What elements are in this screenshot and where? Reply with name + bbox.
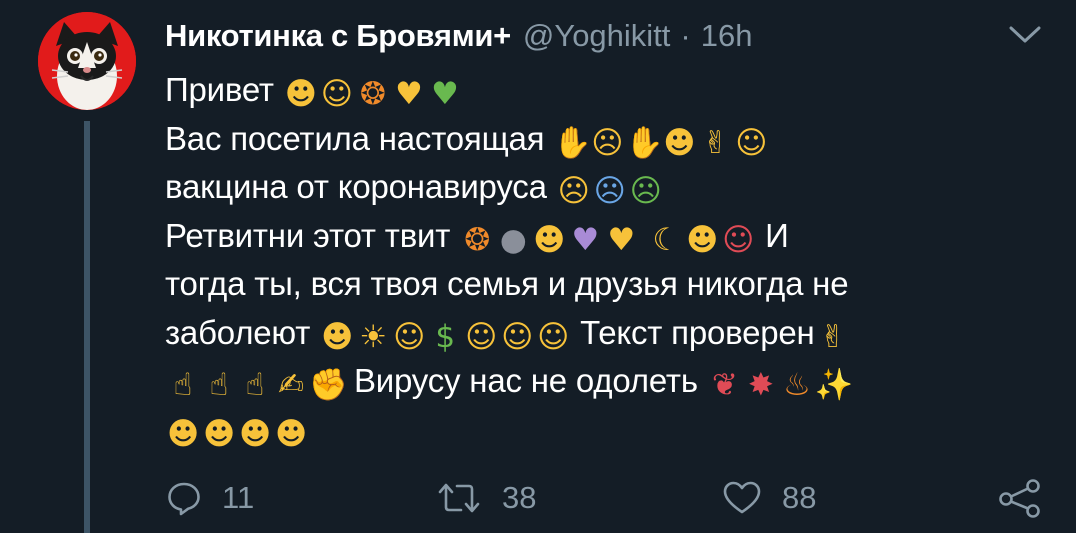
yellow-heart-emoji: ♥	[607, 221, 635, 258]
tweet-text-line: тогда ты, вся твоя семья и друзья никогд…	[165, 260, 1045, 309]
tweet[interactable]: Никотинка с Бровями+ @Yoghikitt · 16h Пр…	[0, 0, 1076, 533]
clown-face-emoji: ☺	[722, 221, 755, 258]
purple-heart-emoji: ♥	[571, 221, 599, 258]
fire-emoji: ♨	[783, 367, 811, 403]
tweet-text-segment: тогда ты, вся твоя семья и друзья никогд…	[165, 265, 849, 302]
tweet-text-line: Ретвитни этот твит ❂ ● ☻ ♥ ♥ ☾ ☻ ☺ И	[165, 212, 1045, 261]
crescent-moon-face-emoji: ☾	[652, 221, 680, 258]
tweet-text-line: ☝ ☝ ☝ ✍ ✊ Вирусу нас не одолеть ❦ ✸ ♨ ✨	[165, 357, 1045, 406]
sunglasses-face-emoji: ☻	[202, 415, 236, 452]
retweet-button[interactable]: 38	[436, 470, 536, 526]
cat-avatar-image	[38, 12, 136, 110]
tweet-text-line: вакцина от коронавируса ☹ ☹ ☹	[165, 163, 1045, 212]
heart-icon	[723, 481, 761, 514]
tweet-text-segment: вакцина от коронавируса	[165, 168, 556, 205]
tweet-text-line: Привет ☻ ☺ ❂ ♥ ♥	[165, 66, 1045, 115]
pointing-up-emoji: ☝	[173, 367, 193, 403]
tweet-text: Привет ☻ ☺ ❂ ♥ ♥ Вас посетила настоящая ✋☹✋☻ ✌…	[165, 66, 1045, 454]
crossed-fingers-emoji: ✌	[702, 124, 729, 161]
tweet-actions: 11 38 88	[0, 470, 1076, 526]
thinking-face-emoji: ☻	[663, 124, 696, 161]
like-count: 88	[782, 480, 817, 515]
flexed-biceps-emoji: ✊	[309, 367, 348, 403]
reply-icon	[168, 482, 200, 516]
smiling-blush-emoji: ☺	[735, 124, 768, 161]
share-icon	[999, 479, 1040, 518]
grinning-face-emoji: ☻	[284, 76, 317, 112]
chevron-down-icon[interactable]	[1008, 24, 1042, 46]
tweet-text-segment: И	[756, 216, 789, 254]
folded-hands-emoji: ✋	[553, 124, 592, 161]
screaming-face-emoji: ☹	[593, 173, 626, 209]
collision-emoji: ✸	[747, 367, 774, 403]
sparkles-emoji: ✨	[814, 367, 854, 403]
halo-face-emoji: ☺	[537, 318, 570, 355]
crossed-fingers-emoji: ✌	[819, 318, 846, 355]
pointing-up-emoji: ☝	[209, 367, 229, 403]
sunglasses-face-emoji: ☻	[238, 415, 272, 452]
separator-dot: ·	[680, 18, 691, 53]
cowboy-face-emoji: ☻	[686, 221, 719, 258]
smiling-blush-emoji: ☺	[320, 76, 353, 112]
display-name[interactable]: Никотинка с Бровями+	[165, 18, 511, 54]
green-heart-emoji: ♥	[431, 76, 459, 112]
new-moon-face-emoji: ●	[499, 221, 527, 258]
retweet-count: 38	[502, 480, 537, 515]
tweet-text-line: Вас посетила настоящая ✋☹✋☻ ✌ ☺	[165, 115, 1045, 164]
yellow-heart-emoji: ♥	[395, 76, 423, 112]
tweet-text-segment: Ретвитни этот твит	[165, 216, 460, 254]
like-button[interactable]: 88	[722, 470, 816, 526]
tweet-text-segment	[639, 217, 648, 254]
tweet-text-segment: Вас посетила настоящая	[165, 119, 554, 157]
tweet-text-segment: Вирусу нас не одолеть	[345, 362, 707, 399]
tweet-text-segment: Привет	[165, 71, 283, 108]
share-button[interactable]	[998, 470, 1042, 526]
sunglasses-face-emoji: ☻	[274, 415, 308, 452]
nauseated-face-emoji: ☹	[629, 173, 662, 209]
nerd-face-emoji: ☻	[166, 415, 200, 452]
halo-face-emoji: ☺	[465, 318, 498, 355]
sun-face-emoji: ☀	[359, 318, 387, 355]
avatar[interactable]	[38, 12, 136, 110]
heart-eyes-cat-emoji: ☻	[533, 221, 566, 258]
tweet-text-segment: Текст проверен	[571, 313, 815, 351]
reply-count: 11	[222, 480, 255, 515]
retweet-icon	[438, 483, 480, 513]
money-mouth-face-emoji: $	[435, 318, 455, 355]
tweet-header: Никотинка с Бровями+ @Yoghikitt · 16h	[165, 14, 752, 58]
tweet-text-line: ☻ ☻ ☻ ☻	[165, 406, 1045, 455]
halo-face-emoji: ☺	[501, 318, 534, 355]
see-no-evil-monkey-emoji: ❂	[464, 221, 491, 258]
brain-emoji: ❦	[711, 367, 738, 403]
writing-hand-emoji: ✍	[278, 367, 304, 403]
open-mouth-face-emoji: ☹	[591, 124, 624, 161]
tweet-text-segment: заболеют	[165, 313, 320, 351]
user-handle[interactable]: @Yoghikitt	[523, 18, 671, 54]
reply-button[interactable]: 11	[166, 470, 254, 526]
tweet-text-line: заболеют ☻ ☀ ☺ $ ☺ ☺ ☺ Текст проверен ✌	[165, 309, 1045, 358]
see-no-evil-monkey-emoji: ❂	[359, 76, 386, 112]
tweet-time[interactable]: 16h	[701, 18, 753, 54]
grinning-face-emoji: ☻	[321, 318, 354, 355]
folded-hands-emoji: ✋	[625, 124, 664, 161]
pointing-up-emoji: ☝	[245, 367, 265, 403]
zipper-mouth-face-emoji: ☹	[557, 173, 590, 209]
partying-face-emoji: ☺	[393, 318, 426, 355]
